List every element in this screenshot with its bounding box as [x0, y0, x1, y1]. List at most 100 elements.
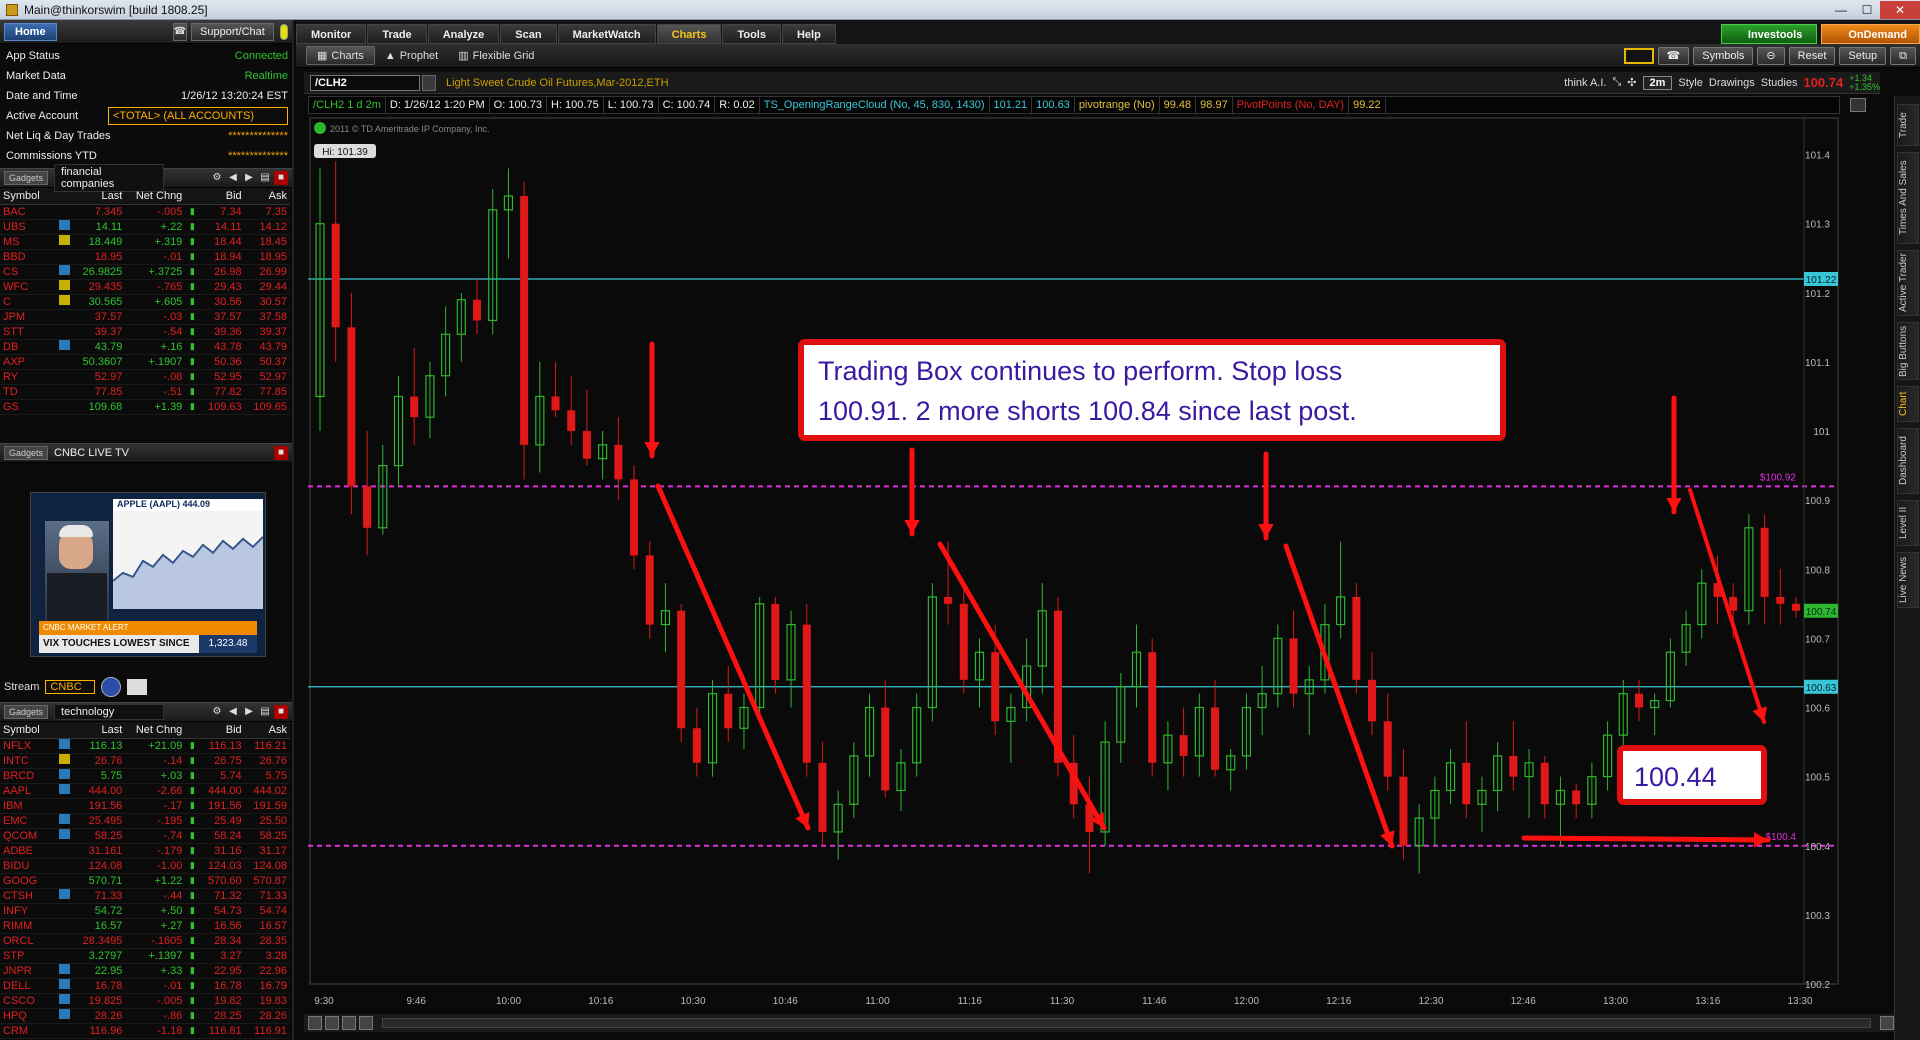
think-ai-button[interactable]: think A.I.	[1564, 77, 1606, 89]
news-icon[interactable]	[59, 220, 70, 230]
nav-tab-marketwatch[interactable]: MarketWatch	[557, 24, 656, 44]
news-icon[interactable]	[59, 754, 70, 764]
vtab-times-and-sales[interactable]: Times And Sales	[1897, 152, 1919, 244]
bid-cell[interactable]: 16.56	[199, 918, 245, 934]
symbol-cell[interactable]: INTC	[0, 753, 56, 769]
table-row[interactable]: ADBE 31.161 -.179 ▮ 31.16 31.17	[0, 843, 290, 859]
news-icon[interactable]	[59, 964, 70, 974]
ask-cell[interactable]: 14.12	[244, 219, 290, 235]
table-row[interactable]: INTC 26.76 -.14 ▮ 26.75 26.76	[0, 753, 290, 769]
symbol-cell[interactable]: DB	[0, 339, 56, 355]
bid-cell[interactable]: 39.36	[199, 324, 245, 340]
symbol-cell[interactable]: STP	[0, 948, 56, 964]
table-row[interactable]: BRCD 5.75 +.03 ▮ 5.74 5.75	[0, 768, 290, 784]
ask-cell[interactable]: 37.58	[244, 309, 290, 325]
vtab-live-news[interactable]: Live News	[1897, 552, 1919, 608]
table-row[interactable]: DB 43.79 +.16 ▮ 43.78 43.79	[0, 339, 290, 355]
study-pivotpoints[interactable]: PivotPoints (No, DAY)	[1233, 96, 1350, 114]
table-row[interactable]: RIMM 16.57 +.27 ▮ 16.56 16.57	[0, 918, 290, 934]
bid-cell[interactable]: 5.74	[199, 768, 245, 784]
close-gadget-icon[interactable]: ■	[274, 171, 288, 185]
studies-button[interactable]: Studies	[1761, 77, 1798, 89]
table-row[interactable]: JNPR 22.95 +.33 ▮ 22.95 22.96	[0, 963, 290, 979]
news-icon[interactable]	[59, 265, 70, 275]
table-row[interactable]: AXP 50.3607 +.1907 ▮ 50.36 50.37	[0, 354, 290, 370]
symbol-cell[interactable]: ORCL	[0, 933, 56, 949]
symbols-button[interactable]: Symbols	[1693, 46, 1754, 65]
menu-icon[interactable]: ▤	[258, 171, 272, 185]
popout-icon[interactable]	[127, 679, 148, 695]
vtab-chart[interactable]: Chart	[1897, 386, 1919, 422]
news-icon[interactable]	[59, 814, 70, 824]
subtab-charts[interactable]: ▦ Charts	[306, 46, 375, 65]
bid-cell[interactable]: 43.78	[199, 339, 245, 355]
ask-cell[interactable]: 116.21	[244, 738, 290, 754]
vtab-active-trader[interactable]: Active Trader	[1897, 250, 1919, 316]
arrow-right-icon[interactable]: ▶	[242, 171, 256, 185]
symbol-cell[interactable]: HPQ	[0, 1008, 56, 1024]
news-icon[interactable]	[59, 784, 70, 794]
symbol-input[interactable]: /CLH2	[310, 74, 420, 91]
bid-cell[interactable]: 14.11	[199, 219, 245, 235]
news-icon[interactable]	[59, 739, 70, 749]
home-button[interactable]: Home	[4, 22, 57, 41]
chart-scrollbar[interactable]	[382, 1018, 1871, 1028]
ask-cell[interactable]: 116.91	[244, 1023, 290, 1039]
zoom-out-icon[interactable]	[1880, 1016, 1894, 1030]
table-row[interactable]: BIDU 124.08 -1.00 ▮ 124.03 124.08	[0, 858, 290, 874]
news-icon[interactable]	[59, 235, 70, 245]
symbol-cell[interactable]: STT	[0, 324, 56, 340]
info-icon[interactable]	[314, 122, 326, 134]
table-row[interactable]: EMC 25.495 -.195 ▮ 25.49 25.50	[0, 813, 290, 829]
watchlist2-name[interactable]: technology	[54, 704, 165, 720]
ask-cell[interactable]: 30.57	[244, 294, 290, 310]
reset-button[interactable]: Reset	[1788, 46, 1836, 65]
ask-cell[interactable]: 25.50	[244, 813, 290, 829]
ask-cell[interactable]: 7.35	[244, 204, 290, 220]
bid-cell[interactable]: 116.81	[199, 1023, 245, 1039]
bid-cell[interactable]: 25.49	[199, 813, 245, 829]
symbol-cell[interactable]: CS	[0, 264, 56, 280]
news-icon[interactable]	[59, 829, 70, 839]
symbol-cell[interactable]: C	[0, 294, 56, 310]
bid-cell[interactable]: 18.44	[199, 234, 245, 250]
close-icon[interactable]: ✕	[1880, 0, 1920, 19]
link-color-box[interactable]	[1623, 47, 1654, 64]
vtab-dashboard[interactable]: Dashboard	[1897, 428, 1919, 494]
subtab-flexible-grid[interactable]: ▥ Flexible Grid	[448, 47, 544, 64]
news-icon[interactable]	[59, 979, 70, 989]
ask-cell[interactable]: 54.74	[244, 903, 290, 919]
ask-cell[interactable]: 28.26	[244, 1008, 290, 1024]
arrow-right-icon[interactable]: ▶	[242, 705, 256, 719]
ask-cell[interactable]: 444.02	[244, 783, 290, 799]
column-header[interactable]: Symbol	[0, 722, 73, 739]
bid-cell[interactable]: 7.34	[199, 204, 245, 220]
ask-cell[interactable]: 71.33	[244, 888, 290, 904]
ask-cell[interactable]: 28.35	[244, 933, 290, 949]
ask-cell[interactable]: 39.37	[244, 324, 290, 340]
ask-cell[interactable]: 3.28	[244, 948, 290, 964]
dollar-icon[interactable]	[359, 1016, 373, 1030]
symbol-cell[interactable]: RIMM	[0, 918, 56, 934]
bid-cell[interactable]: 37.57	[199, 309, 245, 325]
symbol-cell[interactable]: DELL	[0, 978, 56, 994]
bid-cell[interactable]: 19.82	[199, 993, 245, 1009]
bid-cell[interactable]: 71.32	[199, 888, 245, 904]
table-row[interactable]: ORCL 28.3495 -.1605 ▮ 28.34 28.35	[0, 933, 290, 949]
symbol-cell[interactable]: CSCO	[0, 993, 56, 1009]
bid-cell[interactable]: 30.56	[199, 294, 245, 310]
bid-cell[interactable]: 16.78	[199, 978, 245, 994]
bid-cell[interactable]: 54.73	[199, 903, 245, 919]
bid-cell[interactable]: 444.00	[199, 783, 245, 799]
column-header[interactable]	[185, 722, 200, 739]
arrow-left-icon[interactable]: ◀	[226, 705, 240, 719]
column-header[interactable]: Last	[73, 722, 126, 739]
table-row[interactable]: CSCO 19.825 -.005 ▮ 19.82 19.83	[0, 993, 290, 1009]
table-row[interactable]: CTSH 71.33 -.44 ▮ 71.32 71.33	[0, 888, 290, 904]
table-row[interactable]: DELL 16.78 -.01 ▮ 16.78 16.79	[0, 978, 290, 994]
bid-cell[interactable]: 124.03	[199, 858, 245, 874]
bid-cell[interactable]: 191.56	[199, 798, 245, 814]
grid-icon[interactable]	[308, 1016, 322, 1030]
symbol-cell[interactable]: IBM	[0, 798, 56, 814]
close-gadget-icon[interactable]: ■	[274, 705, 288, 719]
